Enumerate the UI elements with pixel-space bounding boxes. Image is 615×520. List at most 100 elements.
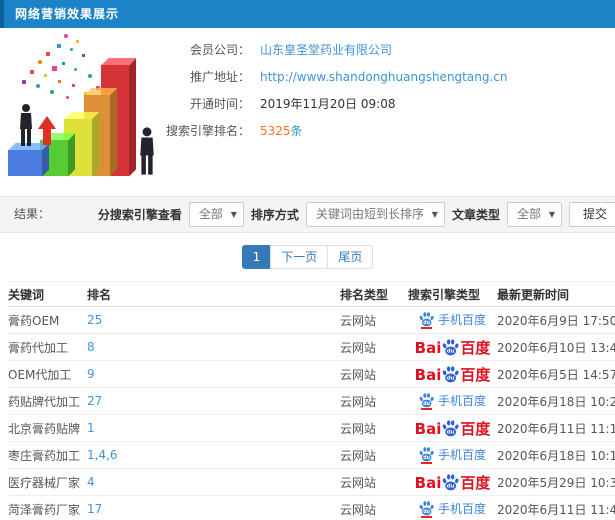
engine-type-cell: du 手机百度 (408, 441, 497, 469)
rank-count-unit: 条 (290, 124, 303, 138)
keyword-cell: 药贴牌代加工 (8, 387, 87, 415)
header-engine-type: 搜索引擎类型 (408, 281, 497, 307)
svg-text:du: du (423, 509, 430, 515)
svg-text:du: du (447, 429, 455, 435)
rank-type-cell: 云网站 (340, 306, 408, 334)
rank-type-cell: 云网站 (340, 441, 408, 469)
table-row: 膏药代加工 8 云网站 Bai du 百度 2020年6月10日 13:40 (8, 333, 615, 361)
table-header-row: 关键词 排名 排名类型 搜索引擎类型 最新更新时间 (8, 281, 615, 307)
keyword-cell: 菏泽膏药厂家 (8, 495, 87, 520)
promo-url-label: 推广地址： (189, 70, 250, 84)
keyword-cell: 北京膏药贴牌 (8, 414, 87, 442)
mobile-baidu-badge: du 手机百度 (419, 392, 486, 410)
promo-url-link[interactable]: http://www.shandonghuangshengtang.cn (260, 70, 507, 84)
rank-count-value: 5325条 (260, 122, 303, 139)
keyword-cell: OEM代加工 (8, 360, 87, 388)
rank-cell: 1 (87, 414, 340, 442)
info-row-url: 推广地址： http://www.shandonghuangshengtang.… (150, 63, 610, 90)
baidu-logo-cn: 百度 (460, 338, 491, 357)
rank-cell: 9 (87, 360, 340, 388)
engine-type-cell: Bai du 百度 (408, 468, 497, 496)
rank-cell: 8 (87, 333, 340, 361)
update-time-cell: 2020年6月5日 14:57 (497, 360, 615, 388)
open-time-label: 开通时间： (189, 97, 250, 111)
table-row: OEM代加工 9 云网站 Bai du 百度 2020年6月5日 14:57 (8, 360, 615, 388)
filter-controls: 分搜索引擎查看 全部 ▼ 排序方式 关键词由短到长排序 ▼ 文章类型 全部 ▼ 提交 (98, 197, 615, 232)
engine-type-cell: du 手机百度 (408, 387, 497, 415)
sort-select[interactable]: 关键词由短到长排序 ▼ (305, 202, 445, 227)
red-underline (420, 515, 432, 518)
rank-link[interactable]: 4 (87, 475, 95, 489)
article-type-label: 文章类型 (451, 208, 500, 222)
baidu-logo-bai: Bai (414, 473, 442, 492)
rank-cell: 25 (87, 306, 340, 334)
rank-link[interactable]: 9 (87, 367, 95, 381)
engine-select[interactable]: 全部 ▼ (188, 202, 244, 227)
chevron-down-icon: ▼ (431, 210, 438, 219)
svg-text:du: du (447, 348, 455, 354)
svg-text:du: du (423, 455, 430, 461)
businessman-right-icon (138, 125, 156, 180)
mobile-baidu-badge: du 手机百度 (419, 500, 486, 518)
article-type-select[interactable]: 全部 ▼ (506, 202, 562, 227)
table-row: 枣庄膏药加工 1,4,6 云网站 du 手机百度 2020年6月18日 10:19 (8, 441, 615, 469)
pagination: 1 下一页 尾页 (0, 245, 615, 269)
svg-text:du: du (447, 483, 455, 489)
red-underline (420, 461, 432, 464)
baidu-paw-icon: du (419, 392, 434, 410)
engine-type-cell: Bai du 百度 (408, 414, 497, 442)
submit-button[interactable]: 提交 (568, 202, 615, 227)
bar-blue (8, 150, 42, 176)
header-rank: 排名 (87, 281, 340, 307)
page-1-button[interactable]: 1 (241, 245, 272, 269)
update-time-cell: 2020年6月18日 10:25 (497, 387, 615, 415)
engine-type-cell: du 手机百度 (408, 306, 497, 334)
rank-link[interactable]: 8 (87, 340, 95, 354)
table-row: 膏药OEM 25 云网站 du 手机百度 2020年6月9日 17:50 (8, 306, 615, 334)
update-time-cell: 2020年6月11日 11:40 (497, 495, 615, 520)
company-link[interactable]: 山东皇圣堂药业有限公司 (260, 41, 392, 58)
baidu-paw-icon: du (419, 446, 434, 464)
filter-bar: 结果： 分搜索引擎查看 全部 ▼ 排序方式 关键词由短到长排序 ▼ 文章类型 全部 ▼… (0, 196, 615, 233)
rank-type-cell: 云网站 (340, 333, 408, 361)
page-title: 网络营销效果展示 (15, 7, 120, 21)
rank-count-number: 5325 (260, 124, 291, 138)
baidu-logo-cn: 百度 (460, 419, 491, 438)
businessman-left-icon (18, 103, 34, 150)
baidu-logo: Bai du 百度 (415, 419, 491, 438)
baidu-logo-cn: 百度 (460, 473, 491, 492)
keyword-cell: 枣庄膏药加工 (8, 441, 87, 469)
next-page-button[interactable]: 下一页 (270, 245, 329, 269)
sort-filter-label: 排序方式 (250, 208, 299, 222)
rank-link[interactable]: 1,4,6 (87, 448, 118, 462)
chevron-down-icon: ▼ (548, 210, 555, 219)
svg-text:du: du (447, 375, 455, 381)
rank-type-cell: 云网站 (340, 468, 408, 496)
keyword-cell: 膏药代加工 (8, 333, 87, 361)
keyword-cell: 膏药OEM (8, 306, 87, 334)
table-row: 药贴牌代加工 27 云网站 du 手机百度 2020年6月18日 10:25 (8, 387, 615, 415)
info-row-company: 会员公司： 山东皇圣堂药业有限公司 (150, 36, 610, 63)
last-page-button[interactable]: 尾页 (327, 245, 374, 269)
engine-type-cell: du 手机百度 (408, 495, 497, 520)
result-label: 结果： (14, 207, 51, 221)
member-info: 会员公司： 山东皇圣堂药业有限公司 推广地址： http://www.shand… (150, 36, 610, 144)
chevron-down-icon: ▼ (230, 210, 237, 219)
header-update-time: 最新更新时间 (497, 281, 615, 307)
rank-type-cell: 云网站 (340, 414, 408, 442)
baidu-paw-icon: du (442, 419, 459, 437)
rank-link[interactable]: 17 (87, 502, 102, 516)
mobile-baidu-label: 手机百度 (437, 312, 486, 327)
update-time-cell: 2020年6月10日 13:40 (497, 333, 615, 361)
rank-link[interactable]: 27 (87, 394, 102, 408)
red-underline (420, 407, 432, 410)
header-keyword: 关键词 (8, 281, 87, 307)
baidu-logo-bai: Bai (414, 365, 442, 384)
baidu-paw-icon: du (419, 500, 434, 518)
table-row: 医疗器械厂家 4 云网站 Bai du 百度 2020年5月29日 10:32 (8, 468, 615, 496)
rank-link[interactable]: 25 (87, 313, 102, 327)
marketing-report-page: 网络营销效果展示 会员公司： 山东皇圣堂药业有限公司 推广地址： http://… (0, 0, 615, 520)
table-row: 北京膏药贴牌 1 云网站 Bai du 百度 2020年6月11日 11:18 (8, 414, 615, 442)
mobile-baidu-label: 手机百度 (437, 447, 486, 462)
rank-link[interactable]: 1 (87, 421, 95, 435)
